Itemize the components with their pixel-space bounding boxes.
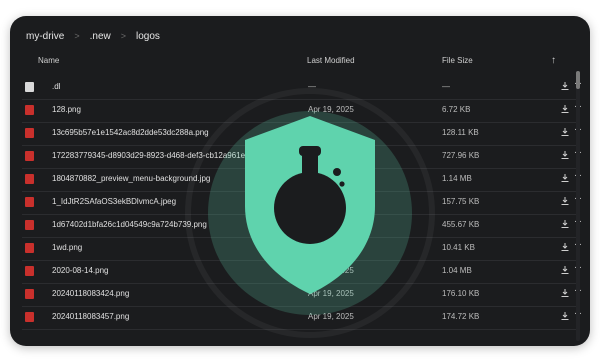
last-modified: Apr 1 xyxy=(308,197,328,206)
file-size: 6.72 KB xyxy=(442,105,471,114)
last-modified: Apr 1 xyxy=(308,220,328,229)
file-size: 176.10 KB xyxy=(442,289,480,298)
image-file-icon xyxy=(25,266,34,276)
scroll-thumb[interactable] xyxy=(576,71,580,89)
breadcrumb: my-drive > .new > logos xyxy=(26,28,160,44)
table-row[interactable]: 20240118083424.pngApr 19, 2025176.10 KB·… xyxy=(22,283,582,307)
last-modified: Apr 19, 2025 xyxy=(308,105,354,114)
file-size: 157.75 KB xyxy=(442,197,480,206)
file-size: 128.11 KB xyxy=(442,128,479,137)
file-name[interactable]: 1804870882_preview_menu-background.jpg xyxy=(52,174,210,183)
file-name[interactable]: 2020-08-14.png xyxy=(52,266,109,275)
file-size: 174.72 KB xyxy=(442,312,480,321)
image-file-icon xyxy=(25,197,34,207)
breadcrumb-my-drive[interactable]: my-drive xyxy=(26,31,64,42)
table-row[interactable]: 1d67402d1bfa26c1d04549c9a724b739.png Apr … xyxy=(22,214,582,238)
download-icon[interactable] xyxy=(560,127,570,137)
download-icon[interactable] xyxy=(560,196,570,206)
table-row[interactable]: 13c695b57e1e1542ac8d2dde53dc288a.png 128.… xyxy=(22,122,582,146)
download-icon[interactable] xyxy=(560,81,570,91)
file-name[interactable]: 20240118083424.png xyxy=(52,289,129,298)
table-row[interactable]: 1_IdJtR2SAfaOS3ekBDlvmcA.jpeg Apr 1 157.75… xyxy=(22,191,582,215)
file-name[interactable]: .dl xyxy=(52,82,60,91)
image-file-icon xyxy=(25,289,34,299)
download-icon[interactable] xyxy=(560,173,570,183)
image-file-icon xyxy=(25,174,34,184)
table-header: Name Last Modified File Size ↑ xyxy=(10,54,590,68)
file-name[interactable]: 128.png xyxy=(52,105,81,114)
table-row[interactable]: 2020-08-14.pngApr 19, 20251.04 MB··· xyxy=(22,260,582,284)
image-file-icon xyxy=(25,243,34,253)
header-name[interactable]: Name xyxy=(38,56,59,65)
image-file-icon xyxy=(25,220,34,230)
last-modified: , 2025 xyxy=(308,243,331,252)
folder-icon xyxy=(25,82,34,92)
file-size: 10.41 KB xyxy=(442,243,475,252)
download-icon[interactable] xyxy=(560,150,570,160)
file-name[interactable]: 13c695b57e1e1542ac8d2dde53dc288a.png xyxy=(52,128,209,137)
download-icon[interactable] xyxy=(560,242,570,252)
header-file-size[interactable]: File Size xyxy=(442,56,473,65)
file-size: 1.04 MB xyxy=(442,266,472,275)
file-browser-window: my-drive > .new > logos Name Last Modifi… xyxy=(10,16,590,346)
table-row[interactable]: 20240118083457.pngApr 19, 2025174.72 KB·… xyxy=(22,306,582,330)
download-icon[interactable] xyxy=(560,265,570,275)
download-icon[interactable] xyxy=(560,104,570,114)
last-modified: Apr 1 xyxy=(308,174,328,183)
last-modified: Apr 19, 2025 xyxy=(308,312,354,321)
last-modified: — xyxy=(308,82,316,91)
breadcrumb-logos[interactable]: logos xyxy=(136,31,160,42)
image-file-icon xyxy=(25,151,34,161)
breadcrumb-new[interactable]: .new xyxy=(90,31,111,42)
file-name[interactable]: 20240118083457.png xyxy=(52,312,129,321)
file-size: 455.67 KB xyxy=(442,220,480,229)
table-row[interactable]: 128.pngApr 19, 20256.72 KB··· xyxy=(22,99,582,123)
image-file-icon xyxy=(25,312,34,322)
table-row[interactable]: 172283779345-d8903d29-8923-d468-def3-cb1… xyxy=(22,145,582,169)
sort-arrow-icon[interactable]: ↑ xyxy=(551,55,556,66)
last-modified: Apr 19, 2025 xyxy=(308,266,354,275)
file-name[interactable]: 1_IdJtR2SAfaOS3ekBDlvmcA.jpeg xyxy=(52,197,176,206)
file-size: 727.96 KB xyxy=(442,151,480,160)
table-row[interactable]: 1804870882_preview_menu-background.jpg Ap… xyxy=(22,168,582,192)
file-name[interactable]: 1wd.png xyxy=(52,243,82,252)
breadcrumb-separator: > xyxy=(74,31,80,41)
file-size: — xyxy=(442,82,450,91)
file-size: 1.14 MB xyxy=(442,174,472,183)
header-last-modified[interactable]: Last Modified xyxy=(307,56,355,65)
last-modified: Apr 19, 2025 xyxy=(308,289,354,298)
image-file-icon xyxy=(25,105,34,115)
download-icon[interactable] xyxy=(560,288,570,298)
scrollbar[interactable] xyxy=(576,71,580,341)
file-name[interactable]: 1d67402d1bfa26c1d04549c9a724b739.png xyxy=(52,220,207,229)
breadcrumb-separator: > xyxy=(120,31,126,41)
file-name[interactable]: 172283779345-d8903d29-8923-d468-def3-cb1… xyxy=(52,151,256,160)
download-icon[interactable] xyxy=(560,311,570,321)
table-row[interactable]: .dl——··· xyxy=(22,76,582,100)
image-file-icon xyxy=(25,128,34,138)
download-icon[interactable] xyxy=(560,219,570,229)
table-row[interactable]: 1wd.png, 202510.41 KB··· xyxy=(22,237,582,261)
